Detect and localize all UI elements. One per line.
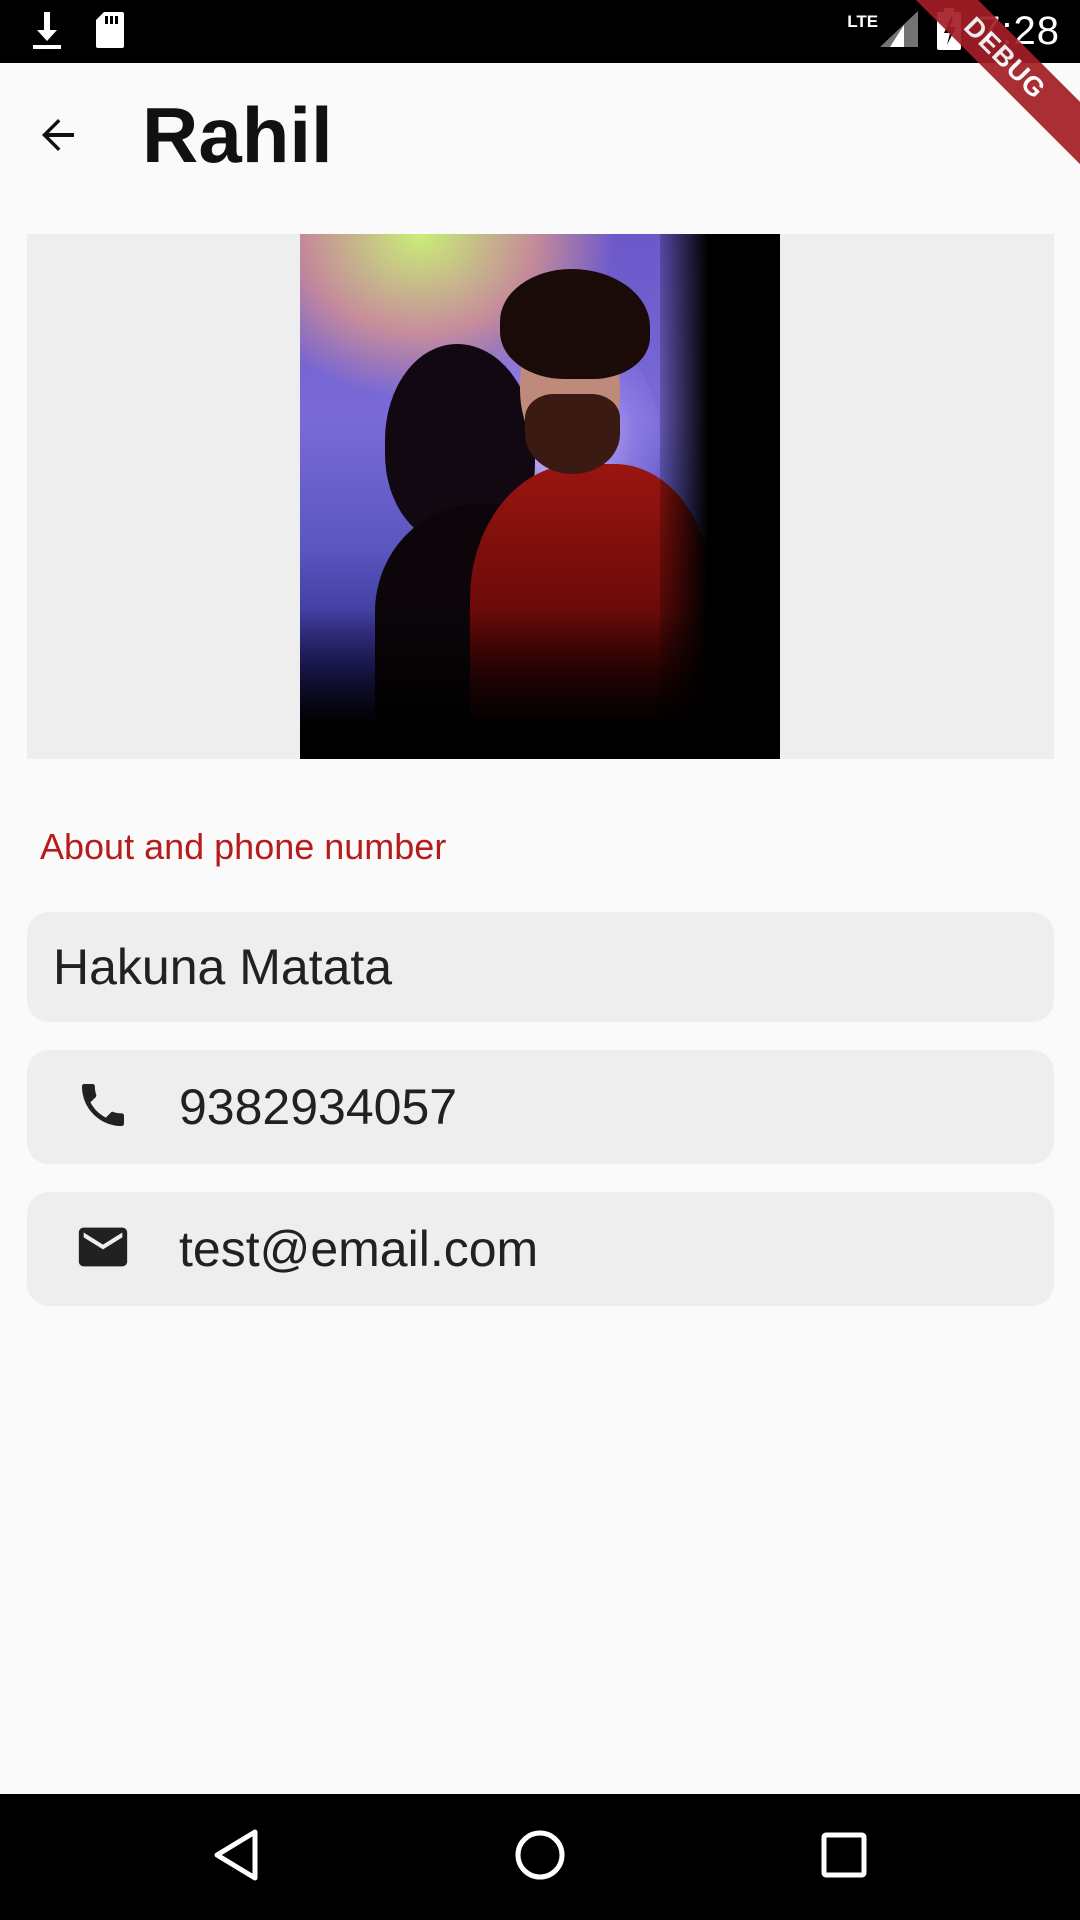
nav-recents-button[interactable]	[799, 1814, 889, 1900]
nav-home-button[interactable]	[495, 1814, 585, 1900]
phone-value: 9382934057	[179, 1079, 458, 1135]
back-button[interactable]	[26, 105, 90, 169]
arrow-back-icon	[34, 111, 82, 164]
network-type: LTE	[847, 11, 879, 31]
back-triangle-icon	[211, 1828, 261, 1887]
email-icon-wrap	[27, 1192, 179, 1306]
status-bar: LTE 7:28	[0, 0, 1080, 63]
profile-photo-frame	[27, 234, 1054, 759]
section-label: About and phone number	[40, 826, 447, 867]
page-title: Rahil	[142, 91, 333, 179]
app-bar: Rahil	[0, 63, 1080, 205]
phone-icon-wrap	[27, 1050, 179, 1164]
download-icon	[30, 10, 64, 55]
profile-photo[interactable]	[300, 234, 780, 759]
status-left-icons	[30, 10, 126, 54]
about-field[interactable]: Hakuna Matata	[27, 912, 1054, 1022]
nav-back-button[interactable]	[191, 1814, 281, 1900]
email-field[interactable]: test@email.com	[27, 1192, 1054, 1306]
system-nav-bar	[0, 1794, 1080, 1920]
signal-icon	[876, 9, 920, 54]
sd-card-icon	[94, 10, 126, 55]
phone-icon	[75, 1077, 131, 1138]
phone-field[interactable]: 9382934057	[27, 1050, 1054, 1164]
photo-person-beard	[525, 394, 620, 474]
photo-person-hair	[500, 269, 650, 379]
email-icon	[74, 1218, 132, 1281]
recents-square-icon	[819, 1830, 869, 1885]
photo-bottom-shade	[300, 609, 780, 759]
email-value: test@email.com	[179, 1221, 539, 1277]
home-circle-icon	[513, 1828, 567, 1887]
about-value: Hakuna Matata	[53, 939, 393, 995]
